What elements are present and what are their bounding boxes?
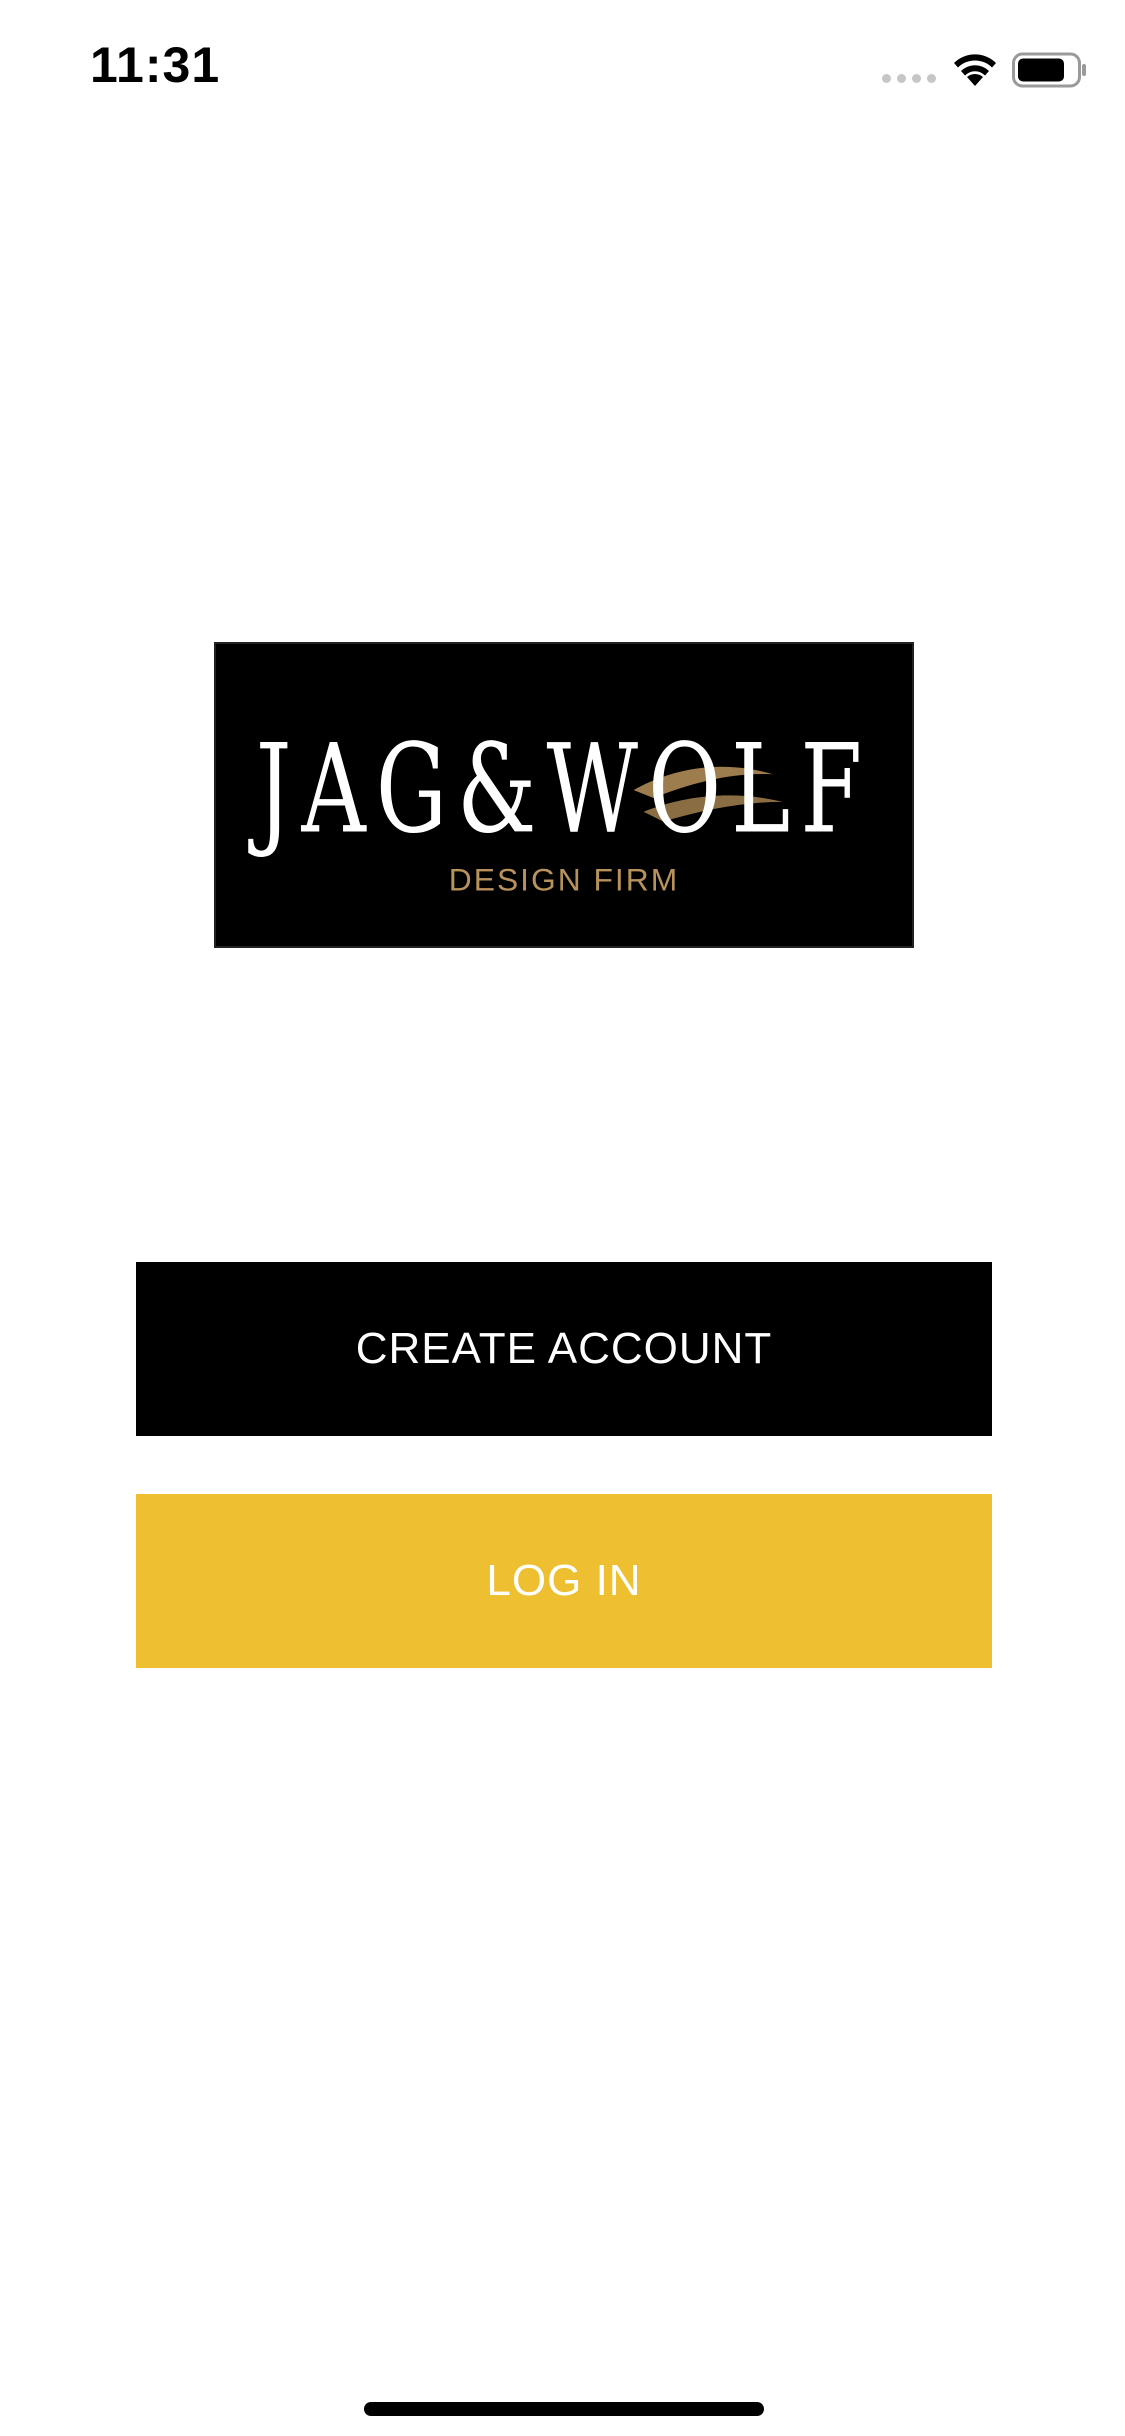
login-button[interactable]: LOG IN	[136, 1494, 992, 1668]
wifi-icon	[954, 54, 996, 86]
cellular-signal-icon	[882, 74, 936, 83]
create-account-button[interactable]: CREATE ACCOUNT	[136, 1262, 992, 1436]
brand-logo: JAG&WOLF DESIGN FIRM	[214, 642, 914, 948]
svg-text:JAG&WOLF: JAG&WOLF	[248, 718, 872, 860]
home-indicator[interactable]	[364, 2402, 764, 2416]
battery-icon	[1012, 52, 1086, 88]
login-label: LOG IN	[486, 1556, 642, 1605]
status-time: 11:31	[90, 37, 221, 93]
status-bar: 11:31	[0, 0, 1125, 132]
create-account-label: CREATE ACCOUNT	[355, 1324, 773, 1373]
svg-text:DESIGN FIRM: DESIGN FIRM	[449, 862, 679, 898]
